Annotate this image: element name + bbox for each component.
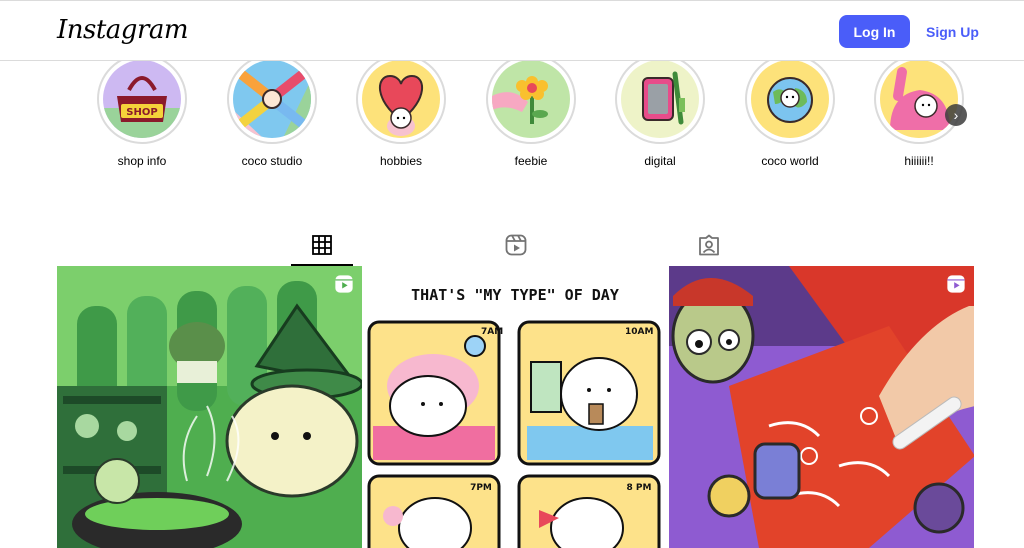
globe-icon	[751, 60, 829, 138]
svg-text:SHOP: SHOP	[126, 107, 157, 118]
post-image-my-type-of-day: THAT'S "MY TYPE" OF DAY 7AM 10AM 7PM 8 P…	[363, 266, 668, 548]
instagram-logo[interactable]: Instagram	[57, 15, 189, 45]
reels-icon	[335, 275, 353, 293]
top-bar: Instagram Log In Sign Up	[0, 1, 1024, 61]
highlight-ring: SHOP	[97, 54, 187, 144]
panel-time: 7AM	[481, 327, 503, 337]
highlight-coco-studio[interactable]: coco studio	[217, 54, 327, 168]
profile-tabs	[57, 226, 975, 266]
flower-icon	[492, 60, 570, 138]
hands-icon	[233, 60, 311, 138]
highlight-label: feebie	[514, 154, 548, 168]
highlight-label: shop info	[117, 154, 167, 168]
highlight-digital[interactable]: digital	[605, 54, 715, 168]
highlight-ring	[615, 54, 705, 144]
waving-icon	[880, 60, 958, 138]
highlight-feebie[interactable]: feebie	[476, 54, 586, 168]
signup-link[interactable]: Sign Up	[926, 24, 979, 40]
tab-reels[interactable]	[485, 226, 547, 264]
highlight-label: digital	[644, 154, 676, 168]
highlight-label: coco world	[761, 154, 819, 168]
tab-tagged[interactable]	[678, 226, 740, 264]
grid-icon	[312, 235, 332, 255]
heart-icon	[362, 60, 440, 138]
reels-icon	[505, 234, 527, 256]
panel-time: 7PM	[470, 483, 492, 493]
highlight-ring	[745, 54, 835, 144]
login-button[interactable]: Log In	[839, 15, 910, 48]
highlight-ring	[874, 54, 964, 144]
highlight-label: hiiiiii!!	[904, 154, 934, 168]
reels-icon	[947, 275, 965, 293]
panel-time: 8 PM	[627, 483, 652, 493]
tagged-icon	[699, 234, 719, 256]
post-image-zombie-coloring	[669, 266, 974, 548]
highlight-label: coco studio	[241, 154, 303, 168]
post-grid: THAT'S "MY TYPE" OF DAY 7AM 10AM 7PM 8 P…	[57, 266, 975, 548]
highlight-shop-info[interactable]: SHOP shop info	[87, 54, 197, 168]
highlight-ring	[227, 54, 317, 144]
chevron-right-icon[interactable]: ›	[945, 104, 967, 126]
tab-posts[interactable]	[291, 226, 353, 266]
post-tile[interactable]: THAT'S "MY TYPE" OF DAY 7AM 10AM 7PM 8 P…	[363, 266, 668, 548]
panel-time: 10AM	[625, 327, 653, 337]
post-image-witch-dog	[57, 266, 362, 548]
post-tile[interactable]	[57, 266, 362, 548]
tablet-icon	[621, 60, 699, 138]
story-highlights: SHOP shop info coco studio hobbies feebi…	[0, 54, 1024, 180]
post-tile[interactable]	[669, 266, 974, 548]
highlight-ring	[486, 54, 576, 144]
highlight-coco-world[interactable]: coco world	[735, 54, 845, 168]
shop-bag-icon: SHOP	[103, 60, 181, 138]
post-title: THAT'S "MY TYPE" OF DAY	[411, 286, 619, 304]
highlight-hobbies[interactable]: hobbies	[346, 54, 456, 168]
highlight-label: hobbies	[379, 154, 423, 168]
highlight-ring	[356, 54, 446, 144]
